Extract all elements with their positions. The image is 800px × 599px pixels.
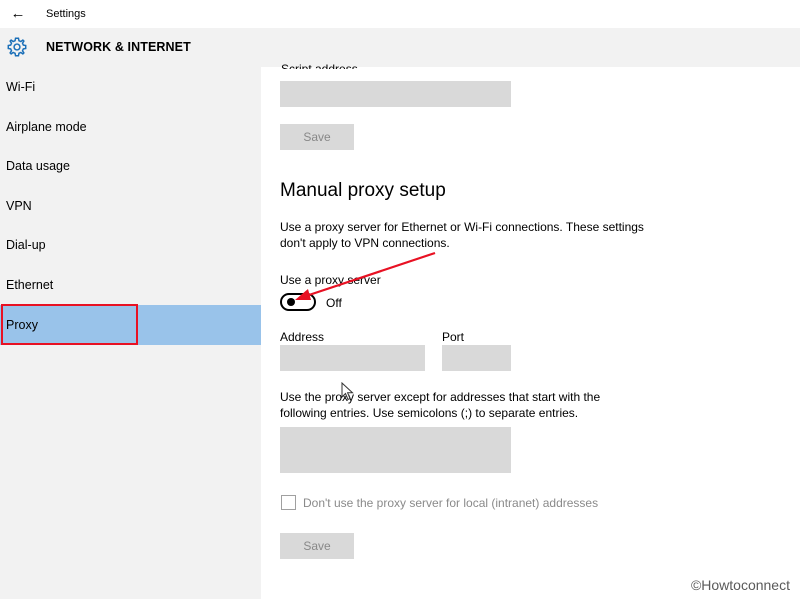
sidebar-item-airplane-mode[interactable]: Airplane mode: [0, 107, 261, 147]
watermark: ©Howtoconnect: [690, 577, 790, 593]
sidebar-item-vpn[interactable]: VPN: [0, 186, 261, 226]
title-bar: ← Settings: [0, 0, 800, 28]
local-bypass-checkbox[interactable]: [281, 495, 296, 510]
back-button[interactable]: ←: [8, 4, 28, 24]
sidebar-item-dial-up[interactable]: Dial-up: [0, 225, 261, 265]
page-title: NETWORK & INTERNET: [46, 40, 191, 54]
toggle-knob: [287, 298, 295, 306]
exceptions-input[interactable]: [280, 427, 511, 473]
sidebar-item-wifi[interactable]: Wi-Fi: [0, 67, 261, 107]
sidebar-item-ethernet[interactable]: Ethernet: [0, 265, 261, 305]
exceptions-description: Use the proxy server except for addresse…: [280, 390, 601, 420]
script-save-button[interactable]: Save: [280, 124, 354, 150]
address-input[interactable]: [280, 345, 425, 371]
proxy-save-button[interactable]: Save: [280, 533, 354, 559]
main-content: Script address Save Manual proxy setup U…: [261, 62, 800, 599]
gear-icon: [7, 37, 27, 57]
page-header: NETWORK & INTERNET: [0, 28, 800, 67]
manual-proxy-heading: Manual proxy setup: [280, 180, 446, 201]
local-bypass-label: Don't use the proxy server for local (in…: [303, 496, 599, 510]
port-input[interactable]: [442, 345, 511, 371]
sidebar-item-data-usage[interactable]: Data usage: [0, 146, 261, 186]
script-address-label: Script address: [281, 62, 358, 69]
manual-proxy-description: Use a proxy server for Ethernet or Wi-Fi…: [280, 220, 644, 250]
mouse-cursor-icon: [341, 382, 354, 401]
address-label: Address: [280, 330, 325, 344]
use-proxy-toggle[interactable]: [280, 293, 316, 311]
port-label: Port: [442, 330, 465, 344]
use-proxy-label: Use a proxy server: [280, 273, 381, 287]
toggle-state-label: Off: [326, 296, 342, 310]
window-title: Settings: [46, 8, 86, 20]
highlight-box-annotation: [1, 304, 138, 345]
script-address-input[interactable]: [280, 81, 511, 107]
